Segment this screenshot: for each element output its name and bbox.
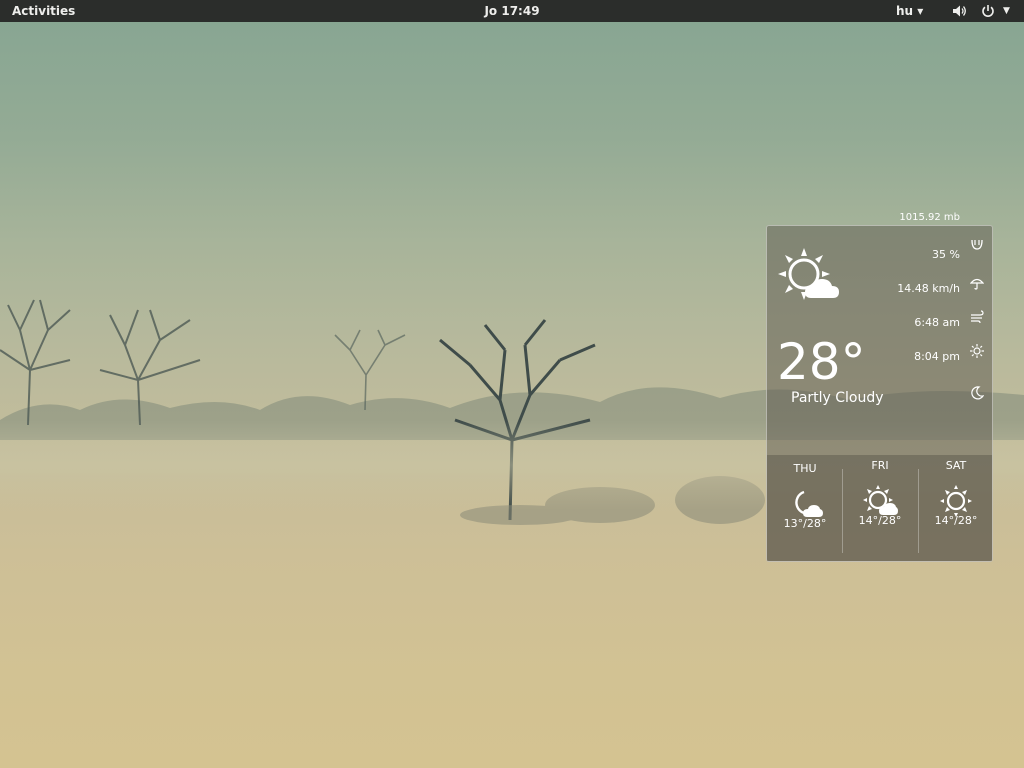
forecast-day-label: FRI xyxy=(871,459,889,472)
forecast-day-label: THU xyxy=(793,462,817,475)
forecast-day-fri: FRI 14°/28° xyxy=(845,459,915,527)
forecast-day-label: SAT xyxy=(945,459,967,472)
volume-icon[interactable] xyxy=(952,4,966,18)
moon-icon xyxy=(971,386,984,400)
forecast-temp: 14°/28° xyxy=(858,514,902,527)
partly-cloudy-icon xyxy=(863,485,898,515)
condition-text: Partly Cloudy xyxy=(791,390,884,406)
sun-icon xyxy=(940,485,972,517)
forecast-day-sat: SAT 14°/28° xyxy=(921,459,991,527)
humidity-value: 35 % xyxy=(932,248,960,261)
forecast-temp: 13°/28° xyxy=(783,517,827,530)
desktop: Activities Jo 17:49 hu ▾ ▼ 1015.92 mb 28… xyxy=(0,0,1024,768)
forecast-day-thu: THU 13°/28° xyxy=(770,462,840,530)
moon-cloud-icon xyxy=(795,490,823,517)
current-temperature: 28° xyxy=(777,333,866,391)
pressure-value: 1015.92 mb xyxy=(899,212,960,223)
sunset-value: 8:04 pm xyxy=(914,350,960,363)
wind-speed-value: 14.48 km/h xyxy=(897,282,960,295)
forecast-separator xyxy=(918,469,919,553)
sun-icon xyxy=(970,344,984,358)
top-bar: Activities Jo 17:49 hu ▾ ▼ xyxy=(0,0,1024,22)
tree-mid xyxy=(334,329,406,411)
forecast-temp: 14°/28° xyxy=(934,514,978,527)
sunrise-value: 6:48 am xyxy=(914,316,960,329)
umbrella-icon xyxy=(970,278,984,290)
forecast-separator xyxy=(842,469,843,553)
chevron-down-icon[interactable]: ▼ xyxy=(1003,0,1010,22)
clock-area: Jo 17:49 xyxy=(0,0,1024,22)
clock-button[interactable]: Jo 17:49 xyxy=(484,4,539,18)
partly-cloudy-icon xyxy=(778,248,839,300)
weather-widget: 28° Partly Cloudy 35 % 14.48 km/h 6:48 a… xyxy=(766,225,993,562)
wind-icon xyxy=(971,310,984,324)
humidity-icon xyxy=(971,239,983,250)
language-selector[interactable]: hu ▾ xyxy=(896,0,923,22)
power-icon[interactable] xyxy=(981,4,995,18)
